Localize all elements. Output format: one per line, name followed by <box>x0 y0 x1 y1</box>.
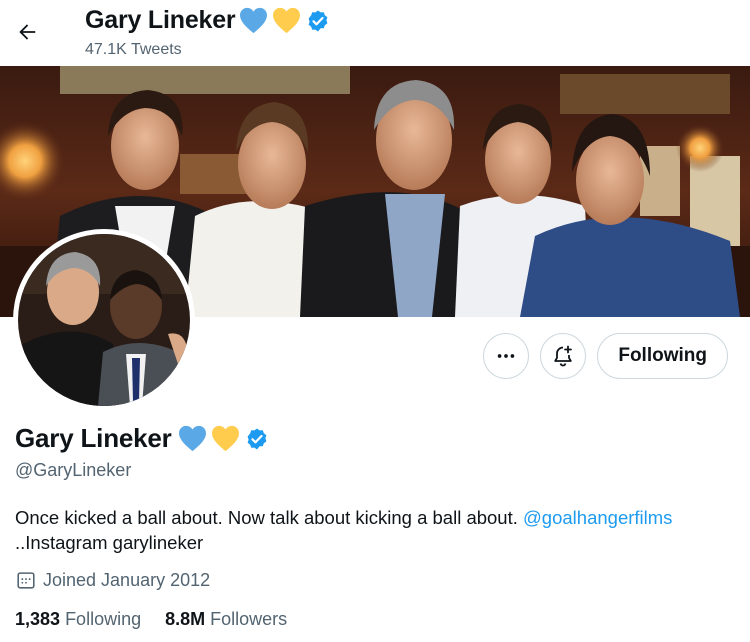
blue-heart-icon <box>240 7 268 34</box>
bio-text-line2: ..Instagram garylineker <box>15 532 204 553</box>
yellow-heart-icon <box>273 7 301 34</box>
more-button[interactable] <box>483 333 530 379</box>
profile-display-name: Gary Lineker <box>15 423 172 453</box>
back-arrow-icon <box>19 24 36 40</box>
verified-badge-icon[interactable] <box>245 427 269 451</box>
tweet-count: 47.1K Tweets <box>85 41 182 58</box>
back-button[interactable] <box>10 15 44 49</box>
following-label: Following <box>65 609 142 629</box>
profile-actions: Following <box>483 333 728 379</box>
profile-name-row: Gary Lineker <box>15 423 269 454</box>
verified-badge-icon <box>309 10 328 31</box>
avatar-photo <box>18 234 190 406</box>
notifications-button[interactable] <box>540 333 587 379</box>
bell-plus-icon <box>554 345 573 367</box>
following-count-link[interactable]: 1,383 Following <box>15 609 141 630</box>
joined-text: Joined January 2012 <box>43 569 211 590</box>
profile-handle: @GaryLineker <box>15 460 132 480</box>
profile-bio: Once kicked a ball about. Now talk about… <box>15 505 735 555</box>
following-button[interactable]: Following <box>597 333 728 379</box>
profile-avatar[interactable] <box>13 229 195 411</box>
followers-count-link[interactable]: 8.8M Followers <box>165 609 287 630</box>
profile-top-bar: Gary Lineker 47.1K Tweets <box>0 0 750 66</box>
blue-heart-icon <box>178 425 206 452</box>
followers-count: 8.8M <box>165 609 206 629</box>
following-count: 1,383 <box>15 609 61 629</box>
bio-mention-link[interactable]: @goalhangerfilms <box>523 507 672 528</box>
followers-label: Followers <box>210 609 288 629</box>
calendar-icon <box>17 572 35 589</box>
joined-date: Joined January 2012 <box>15 569 210 591</box>
header-name-row: Gary Lineker <box>85 6 330 35</box>
yellow-heart-icon <box>211 425 239 452</box>
more-icon <box>498 354 515 358</box>
header-display-name: Gary Lineker <box>85 6 236 34</box>
follow-stats: 1,383 Following 8.8M Followers <box>15 609 311 630</box>
bio-text: Once kicked a ball about. Now talk about… <box>15 507 524 528</box>
